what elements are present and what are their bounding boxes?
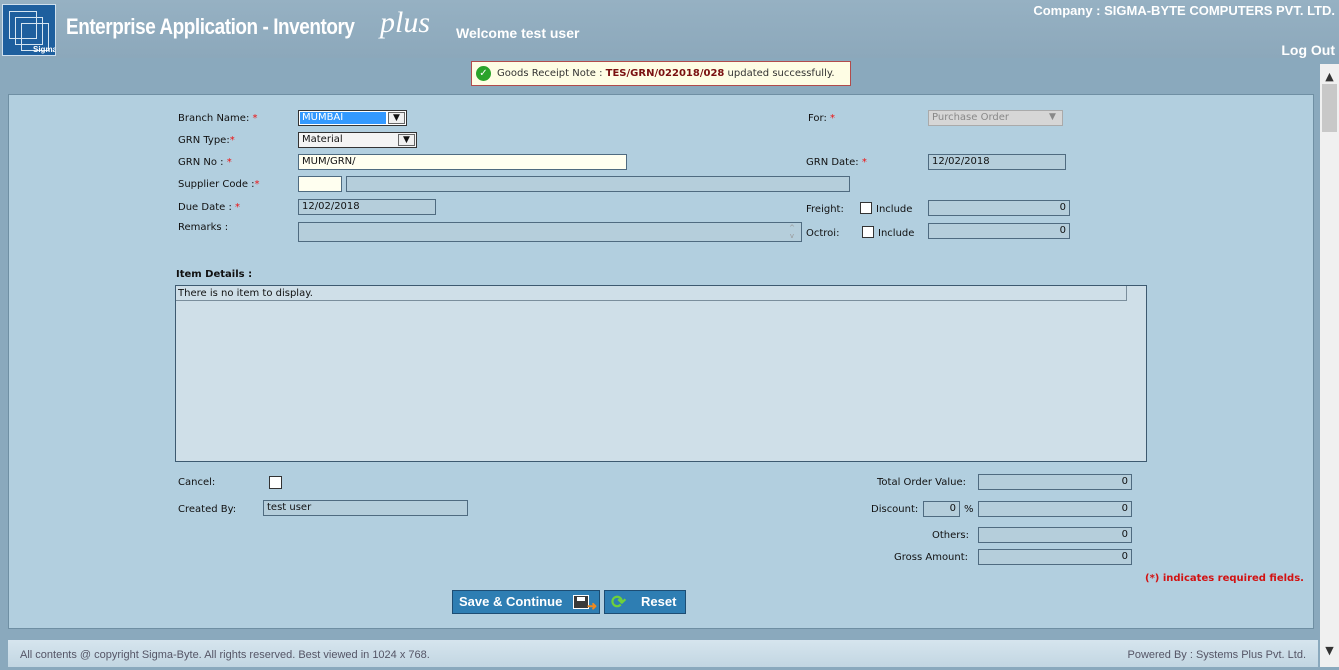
octroi-label: Octroi: <box>806 228 840 239</box>
success-message: ✓ Goods Receipt Note : TES/GRN/022018/02… <box>471 61 851 86</box>
grn-no-label: GRN No : * <box>178 157 232 168</box>
freight-include-checkbox[interactable] <box>860 202 872 214</box>
for-select: Purchase Order ▼ <box>928 110 1063 126</box>
branch-select[interactable]: MUMBAI ▼ <box>298 110 407 126</box>
others-label: Others: <box>932 530 969 541</box>
supplier-code-field[interactable] <box>298 176 342 192</box>
company-name: Company : SIGMA-BYTE COMPUTERS PVT. LTD. <box>1033 3 1335 18</box>
octroi-amount-field[interactable]: 0 <box>928 223 1070 239</box>
grn-date-field[interactable]: 12/02/2018 <box>928 154 1066 170</box>
due-date-label: Due Date : * <box>178 202 240 213</box>
branch-label: Branch Name: * <box>178 113 258 124</box>
cancel-label: Cancel: <box>178 477 216 488</box>
save-continue-button[interactable]: Save & Continue ➜ <box>452 590 600 614</box>
refresh-icon: ⟳ <box>611 592 627 612</box>
grn-type-label: GRN Type:* <box>178 135 235 146</box>
total-order-value-field: 0 <box>978 474 1132 490</box>
discount-label: Discount: <box>871 504 919 515</box>
arrow-right-icon: ➜ <box>587 599 598 613</box>
created-by-label: Created By: <box>178 504 237 515</box>
grn-doc-number: TES/GRN/022018/028 <box>605 68 725 79</box>
empty-grid-message: There is no item to display. <box>176 286 1127 301</box>
page-footer: All contents @ copyright Sigma-Byte. All… <box>8 640 1318 667</box>
required-fields-note: (*) indicates required fields. <box>1145 573 1304 584</box>
chevron-down-icon: ▼ <box>1044 112 1061 124</box>
cancel-checkbox[interactable] <box>269 476 282 489</box>
percent-sign: % <box>964 504 974 515</box>
chevron-down-icon: ▼ <box>388 112 405 124</box>
freight-label: Freight: <box>806 204 844 215</box>
octroi-include-label: Include <box>878 228 915 239</box>
others-field[interactable]: 0 <box>978 527 1132 543</box>
save-label: Save & Continue <box>459 594 563 609</box>
due-date-field[interactable]: 12/02/2018 <box>298 199 436 215</box>
grn-type-select[interactable]: Material ▼ <box>298 132 417 148</box>
total-order-value-label: Total Order Value: <box>877 477 966 488</box>
powered-by-text: Powered By : Systems Plus Pvt. Ltd. <box>1127 649 1306 661</box>
remarks-scroll-arrows[interactable]: ^ v <box>786 224 798 240</box>
supplier-code-label: Supplier Code :* <box>178 179 260 190</box>
supplier-name-field <box>346 176 850 192</box>
remarks-label: Remarks : <box>178 222 229 233</box>
logo-text: Sigma Byte <box>33 45 56 54</box>
reset-label: Reset <box>641 594 677 609</box>
scroll-down-arrow-icon[interactable]: ▼ <box>1320 642 1339 660</box>
item-details-heading: Item Details : <box>176 269 253 280</box>
freight-include-label: Include <box>876 204 913 215</box>
success-message-text: Goods Receipt Note : TES/GRN/022018/028 … <box>497 68 835 79</box>
copyright-text: All contents @ copyright Sigma-Byte. All… <box>20 649 430 661</box>
check-icon: ✓ <box>476 66 491 81</box>
remarks-textarea[interactable] <box>298 222 802 242</box>
for-label: For: * <box>808 113 835 124</box>
freight-amount-field[interactable]: 0 <box>928 200 1070 216</box>
grn-date-label: GRN Date: * <box>806 157 867 168</box>
sigma-byte-logo: Sigma Byte <box>2 4 56 56</box>
discount-amount-field: 0 <box>978 501 1132 517</box>
grn-no-field[interactable]: MUM/GRN/ <box>298 154 627 170</box>
app-header: Sigma Byte Enterprise Application - Inve… <box>0 0 1339 58</box>
app-title-suffix: plus <box>380 6 431 39</box>
octroi-include-checkbox[interactable] <box>862 226 874 238</box>
chevron-down-icon: ▼ <box>398 134 415 146</box>
app-title: Enterprise Application - Inventory <box>66 14 355 39</box>
logout-link[interactable]: Log Out <box>1281 42 1335 58</box>
welcome-text: Welcome test user <box>456 25 580 41</box>
page-scrollbar[interactable]: ▲ ▼ <box>1320 64 1339 667</box>
gross-amount-field: 0 <box>978 549 1132 565</box>
item-details-grid: There is no item to display. <box>175 285 1147 462</box>
gross-amount-label: Gross Amount: <box>894 552 969 563</box>
reset-button[interactable]: ⟳ Reset <box>604 590 686 614</box>
discount-percent-field[interactable]: 0 <box>923 501 960 517</box>
created-by-field: test user <box>263 500 468 516</box>
scrollbar-thumb[interactable] <box>1322 84 1337 132</box>
